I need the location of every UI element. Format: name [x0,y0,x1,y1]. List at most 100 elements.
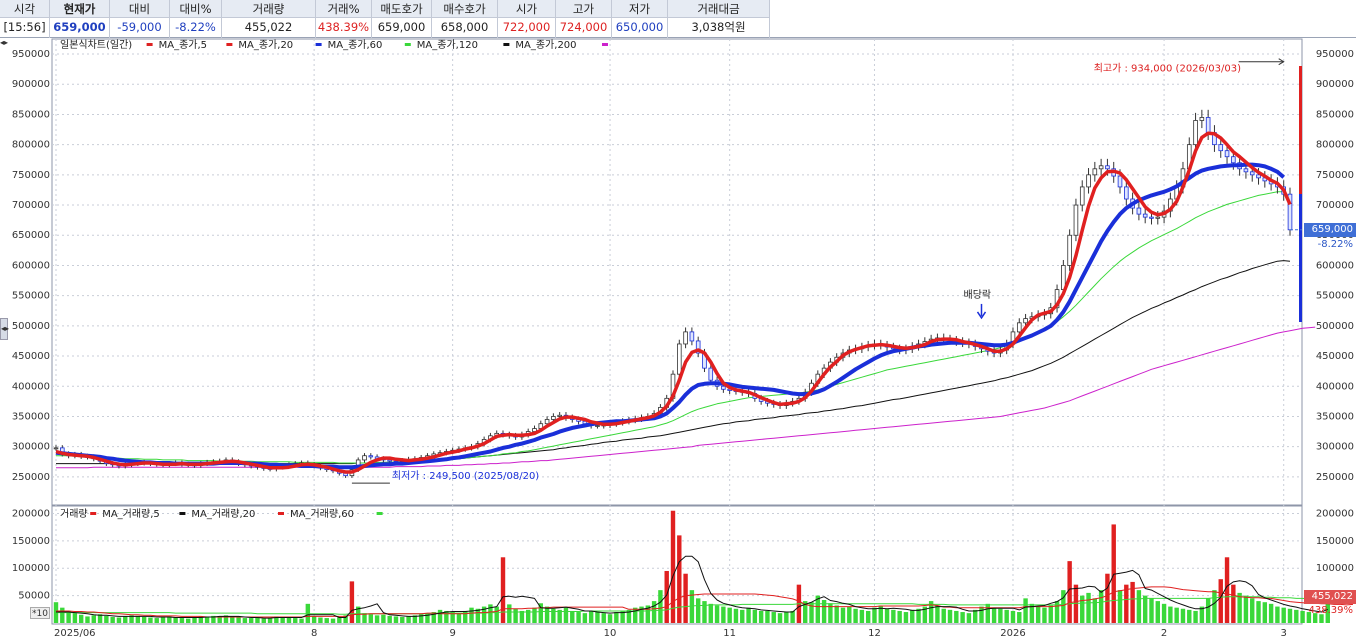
volume-bar [1048,605,1053,623]
volume-bar [859,609,865,623]
volume-bar [78,614,84,623]
volume-bar [500,557,506,623]
volume-legend-item-3: MA_거래량,60 [290,508,354,520]
volume-bar [494,606,499,623]
volume-bar [853,608,858,623]
volume-legend-item-swatch [376,512,383,515]
candle-body [1105,165,1110,170]
volume-axis-label-right: 150000 [1316,536,1354,547]
volume-bar [72,613,78,623]
volume-bar [393,616,399,623]
price-axis-label-left: 700000 [12,200,50,211]
candle-body [368,455,374,458]
volume-bar [110,616,115,623]
quote-value: 659,000 [377,20,426,34]
volume-bar [752,609,758,623]
quote-value: -59,000 [117,20,162,34]
volume-axis-label-left: 50000 [18,591,50,602]
quote-header: 저가 [612,0,667,18]
volume-bar [186,618,191,623]
volume-bar [979,606,984,623]
volume-axis-label-right: 200000 [1316,508,1354,519]
quote-header: 거래% [316,0,371,18]
volume-bar [242,618,248,623]
price-axis-label-right: 400000 [1316,381,1354,392]
quote-header: 거래량 [222,0,315,18]
volume-bar [947,609,953,623]
volume-scale-button[interactable]: *10 [30,607,50,619]
price-axis-label-right: 600000 [1316,260,1354,271]
volume-bar [160,616,166,623]
volume-bar [236,617,241,623]
price-axis-label-left: 550000 [12,291,50,302]
volume-bar [834,605,839,623]
volume-legend-item-2: MA_거래량,20 [191,508,255,520]
volume-bar [1105,573,1110,623]
volume-bar [840,607,846,623]
candle-body [551,416,556,420]
quote-header: 시가 [498,0,555,18]
price-axis-label-left: 950000 [12,49,50,60]
volume-bar [935,605,940,623]
chart-canvas[interactable]: 250000 250000300000 300000350000 3500004000… [0,38,1356,640]
volume-bar [910,609,915,623]
candle-body [1086,174,1091,188]
price-axis-label-right: 700000 [1316,200,1354,211]
volume-bar [651,601,657,623]
volume-bar [1117,590,1123,623]
candle-body [1224,150,1230,158]
volume-bar [872,607,877,623]
volume-bar [349,581,355,623]
volume-bar [727,607,732,623]
price-axis-label-left: 400000 [12,381,50,392]
price-legend-item-4: MA_종가,120 [417,39,478,51]
volume-bar [601,613,606,623]
range-bar-up [1299,66,1302,194]
volume-bar [903,612,909,623]
volume-bar [677,535,682,623]
range-bar-down [1299,194,1302,322]
volume-bar [311,616,317,623]
volume-bar [173,617,178,623]
quote-col-10: 저가 650,000 [612,0,668,38]
time-axis-label: 2 [1161,628,1167,639]
volume-bar [991,607,997,623]
quote-header: 거래대금 [668,0,769,18]
price-axis-label-left: 600000 [12,260,50,271]
volume-axis-label-left: 200000 [12,508,50,519]
quote-header: 대비 [110,0,169,18]
volume-axis-label-right: 100000 [1316,563,1354,574]
price-legend-item-5: MA_종가,200 [515,39,576,51]
volume-bar [708,603,713,623]
price-axis-label-left: 900000 [12,79,50,90]
volume-bar [551,608,556,623]
price-axis-label-left: 850000 [12,109,50,120]
price-legend-item-swatch [226,43,233,46]
candle-body [1124,186,1129,200]
candle-body [677,343,682,375]
volume-legend-item-swatch [179,512,186,515]
price-legend-item-1: MA_종가,5 [159,39,207,51]
price-legend-item-0: 일본식차트(일간) [60,39,132,51]
volume-bar [771,612,776,623]
quote-header: 매도호가 [372,0,431,18]
time-axis-label: 9 [449,628,455,639]
quote-col-5: 거래% 438.39% [316,0,372,38]
quote-header: 고가 [556,0,611,18]
volume-bar [1294,609,1299,623]
candle-body [53,447,59,450]
time-axis-label: 3 [1281,628,1287,639]
price-legend-item-swatch [315,43,322,46]
volume-bar [670,510,676,623]
volume-bar [123,616,128,623]
volume-bar [255,617,260,623]
candle-body [683,331,688,345]
price-axis-label-left: 350000 [12,411,50,422]
volume-bar [570,610,575,623]
price-axis-label-left: 650000 [12,230,50,241]
current-change-pct: -8.22% [1317,239,1353,250]
volume-bar [1224,557,1230,623]
time-axis-label: 2026 [1000,628,1025,639]
quote-value: 658,000 [440,20,489,34]
volume-bar [891,609,896,623]
